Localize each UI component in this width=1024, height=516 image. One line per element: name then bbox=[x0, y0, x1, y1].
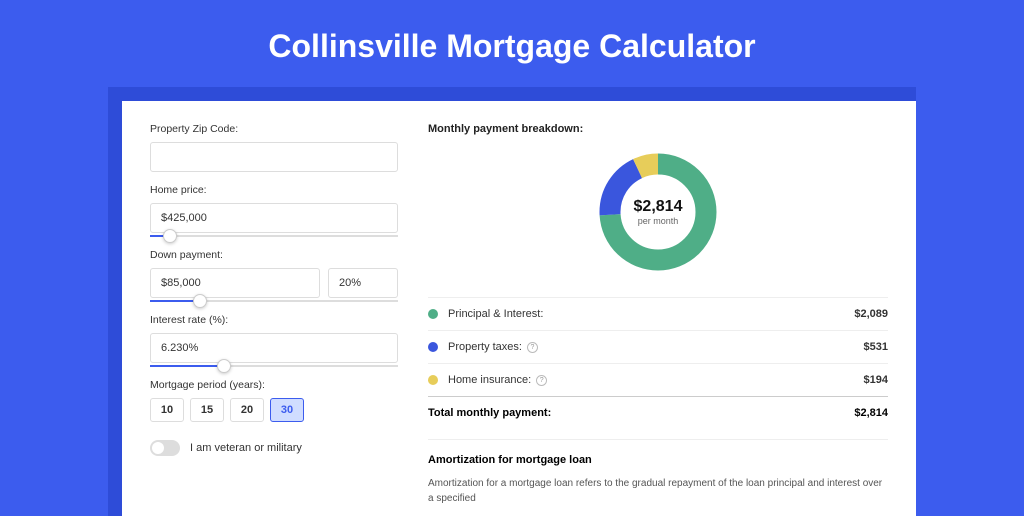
home-price-label: Home price: bbox=[150, 184, 398, 196]
breakdown-value: $194 bbox=[864, 374, 888, 386]
breakdown-row-insurance: Home insurance:? $194 bbox=[428, 363, 888, 396]
donut-chart: $2,814 per month bbox=[595, 149, 721, 275]
breakdown-label: Home insurance:? bbox=[448, 374, 864, 386]
down-payment-pct-input[interactable] bbox=[328, 268, 398, 298]
info-icon[interactable]: ? bbox=[536, 375, 547, 386]
info-icon[interactable]: ? bbox=[527, 342, 538, 353]
down-payment-field: Down payment: bbox=[150, 249, 398, 302]
total-label: Total monthly payment: bbox=[428, 407, 551, 419]
breakdown-row-taxes: Property taxes:? $531 bbox=[428, 330, 888, 363]
donut-sub: per month bbox=[634, 216, 683, 226]
down-payment-slider[interactable] bbox=[150, 300, 398, 302]
period-btn-30[interactable]: 30 bbox=[270, 398, 304, 422]
interest-field: Interest rate (%): bbox=[150, 314, 398, 367]
donut-amount: $2,814 bbox=[634, 198, 683, 216]
period-field: Mortgage period (years): 10 15 20 30 bbox=[150, 379, 398, 422]
amortization-text: Amortization for a mortgage loan refers … bbox=[428, 476, 888, 506]
form-column: Property Zip Code: Home price: Down paym… bbox=[150, 123, 398, 506]
amortization-section: Amortization for mortgage loan Amortizat… bbox=[428, 439, 888, 506]
legend-dot-green bbox=[428, 309, 438, 319]
down-payment-input[interactable] bbox=[150, 268, 320, 298]
zip-label: Property Zip Code: bbox=[150, 123, 398, 135]
home-price-input[interactable] bbox=[150, 203, 398, 233]
breakdown-row-principal: Principal & Interest: $2,089 bbox=[428, 297, 888, 330]
breakdown-value: $2,089 bbox=[854, 308, 888, 320]
home-price-slider[interactable] bbox=[150, 235, 398, 237]
breakdown-total-row: Total monthly payment: $2,814 bbox=[428, 396, 888, 429]
period-btn-10[interactable]: 10 bbox=[150, 398, 184, 422]
period-btn-15[interactable]: 15 bbox=[190, 398, 224, 422]
slider-thumb[interactable] bbox=[193, 294, 207, 308]
legend-dot-blue bbox=[428, 342, 438, 352]
donut-center: $2,814 per month bbox=[634, 198, 683, 226]
period-label: Mortgage period (years): bbox=[150, 379, 398, 391]
veteran-row: I am veteran or military bbox=[150, 440, 398, 456]
total-value: $2,814 bbox=[854, 407, 888, 419]
breakdown-label: Property taxes:? bbox=[448, 341, 864, 353]
period-btn-20[interactable]: 20 bbox=[230, 398, 264, 422]
legend-dot-yellow bbox=[428, 375, 438, 385]
toggle-knob bbox=[152, 442, 164, 454]
interest-slider[interactable] bbox=[150, 365, 398, 367]
interest-input[interactable] bbox=[150, 333, 398, 363]
slider-thumb[interactable] bbox=[217, 359, 231, 373]
interest-label: Interest rate (%): bbox=[150, 314, 398, 326]
amortization-title: Amortization for mortgage loan bbox=[428, 454, 888, 466]
breakdown-value: $531 bbox=[864, 341, 888, 353]
page-title: Collinsville Mortgage Calculator bbox=[0, 0, 1024, 87]
down-payment-label: Down payment: bbox=[150, 249, 398, 261]
panel-outer: Property Zip Code: Home price: Down paym… bbox=[108, 87, 916, 516]
breakdown-title: Monthly payment breakdown: bbox=[428, 123, 888, 135]
calculator-panel: Property Zip Code: Home price: Down paym… bbox=[122, 101, 916, 516]
breakdown-column: Monthly payment breakdown: $2,814 per mo… bbox=[428, 123, 888, 506]
zip-input[interactable] bbox=[150, 142, 398, 172]
period-options: 10 15 20 30 bbox=[150, 398, 398, 422]
breakdown-label: Principal & Interest: bbox=[448, 308, 854, 320]
slider-thumb[interactable] bbox=[163, 229, 177, 243]
home-price-field: Home price: bbox=[150, 184, 398, 237]
veteran-label: I am veteran or military bbox=[190, 442, 302, 454]
zip-field: Property Zip Code: bbox=[150, 123, 398, 172]
veteran-toggle[interactable] bbox=[150, 440, 180, 456]
